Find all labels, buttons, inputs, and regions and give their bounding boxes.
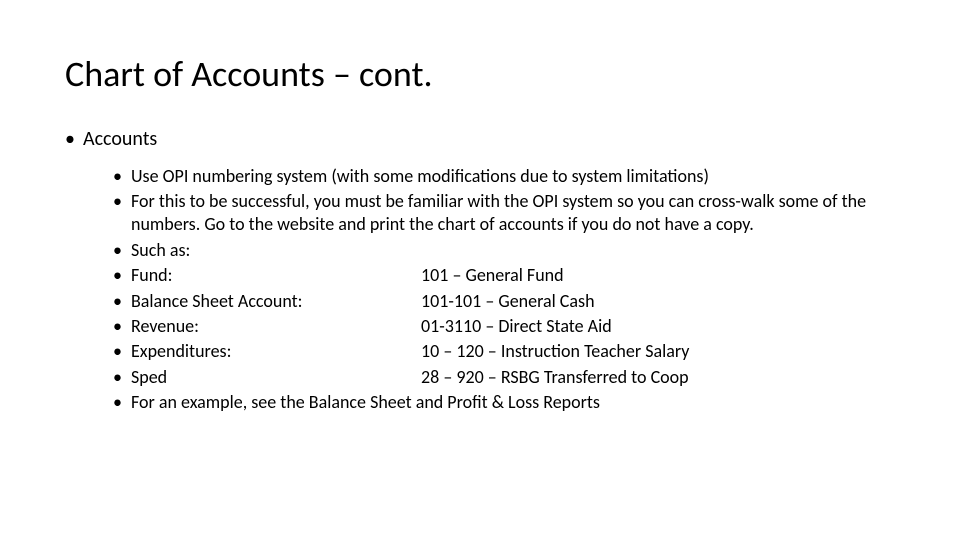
slide: Chart of Accounts – cont. Accounts Use O… bbox=[0, 0, 960, 540]
item-value: 101-101 – General Cash bbox=[421, 290, 895, 313]
item-value: 101 – General Fund bbox=[421, 264, 895, 287]
list-item: Expenditures: 10 – 120 – Instruction Tea… bbox=[113, 340, 895, 363]
bullet-level2-list: Use OPI numbering system (with some modi… bbox=[65, 165, 895, 415]
item-label: Balance Sheet Account: bbox=[131, 290, 421, 313]
list-item: Balance Sheet Account: 101-101 – General… bbox=[113, 290, 895, 313]
bullet-level1: Accounts bbox=[65, 127, 895, 151]
slide-title: Chart of Accounts – cont. bbox=[65, 55, 895, 95]
item-label: Sped bbox=[131, 366, 421, 389]
item-label: Fund: bbox=[131, 264, 421, 287]
item-label: Expenditures: bbox=[131, 340, 421, 363]
item-value: 28 – 920 – RSBG Transferred to Coop bbox=[421, 366, 895, 389]
item-value: 01-3110 – Direct State Aid bbox=[421, 315, 895, 338]
list-item: For this to be successful, you must be f… bbox=[113, 190, 895, 237]
list-item: Such as: bbox=[113, 239, 895, 262]
list-item: For an example, see the Balance Sheet an… bbox=[113, 391, 895, 414]
list-item: Fund: 101 – General Fund bbox=[113, 264, 895, 287]
list-item: Revenue: 01-3110 – Direct State Aid bbox=[113, 315, 895, 338]
list-item: Use OPI numbering system (with some modi… bbox=[113, 165, 895, 188]
list-item: Sped 28 – 920 – RSBG Transferred to Coop bbox=[113, 366, 895, 389]
item-value: 10 – 120 – Instruction Teacher Salary bbox=[421, 340, 895, 363]
item-label: Revenue: bbox=[131, 315, 421, 338]
